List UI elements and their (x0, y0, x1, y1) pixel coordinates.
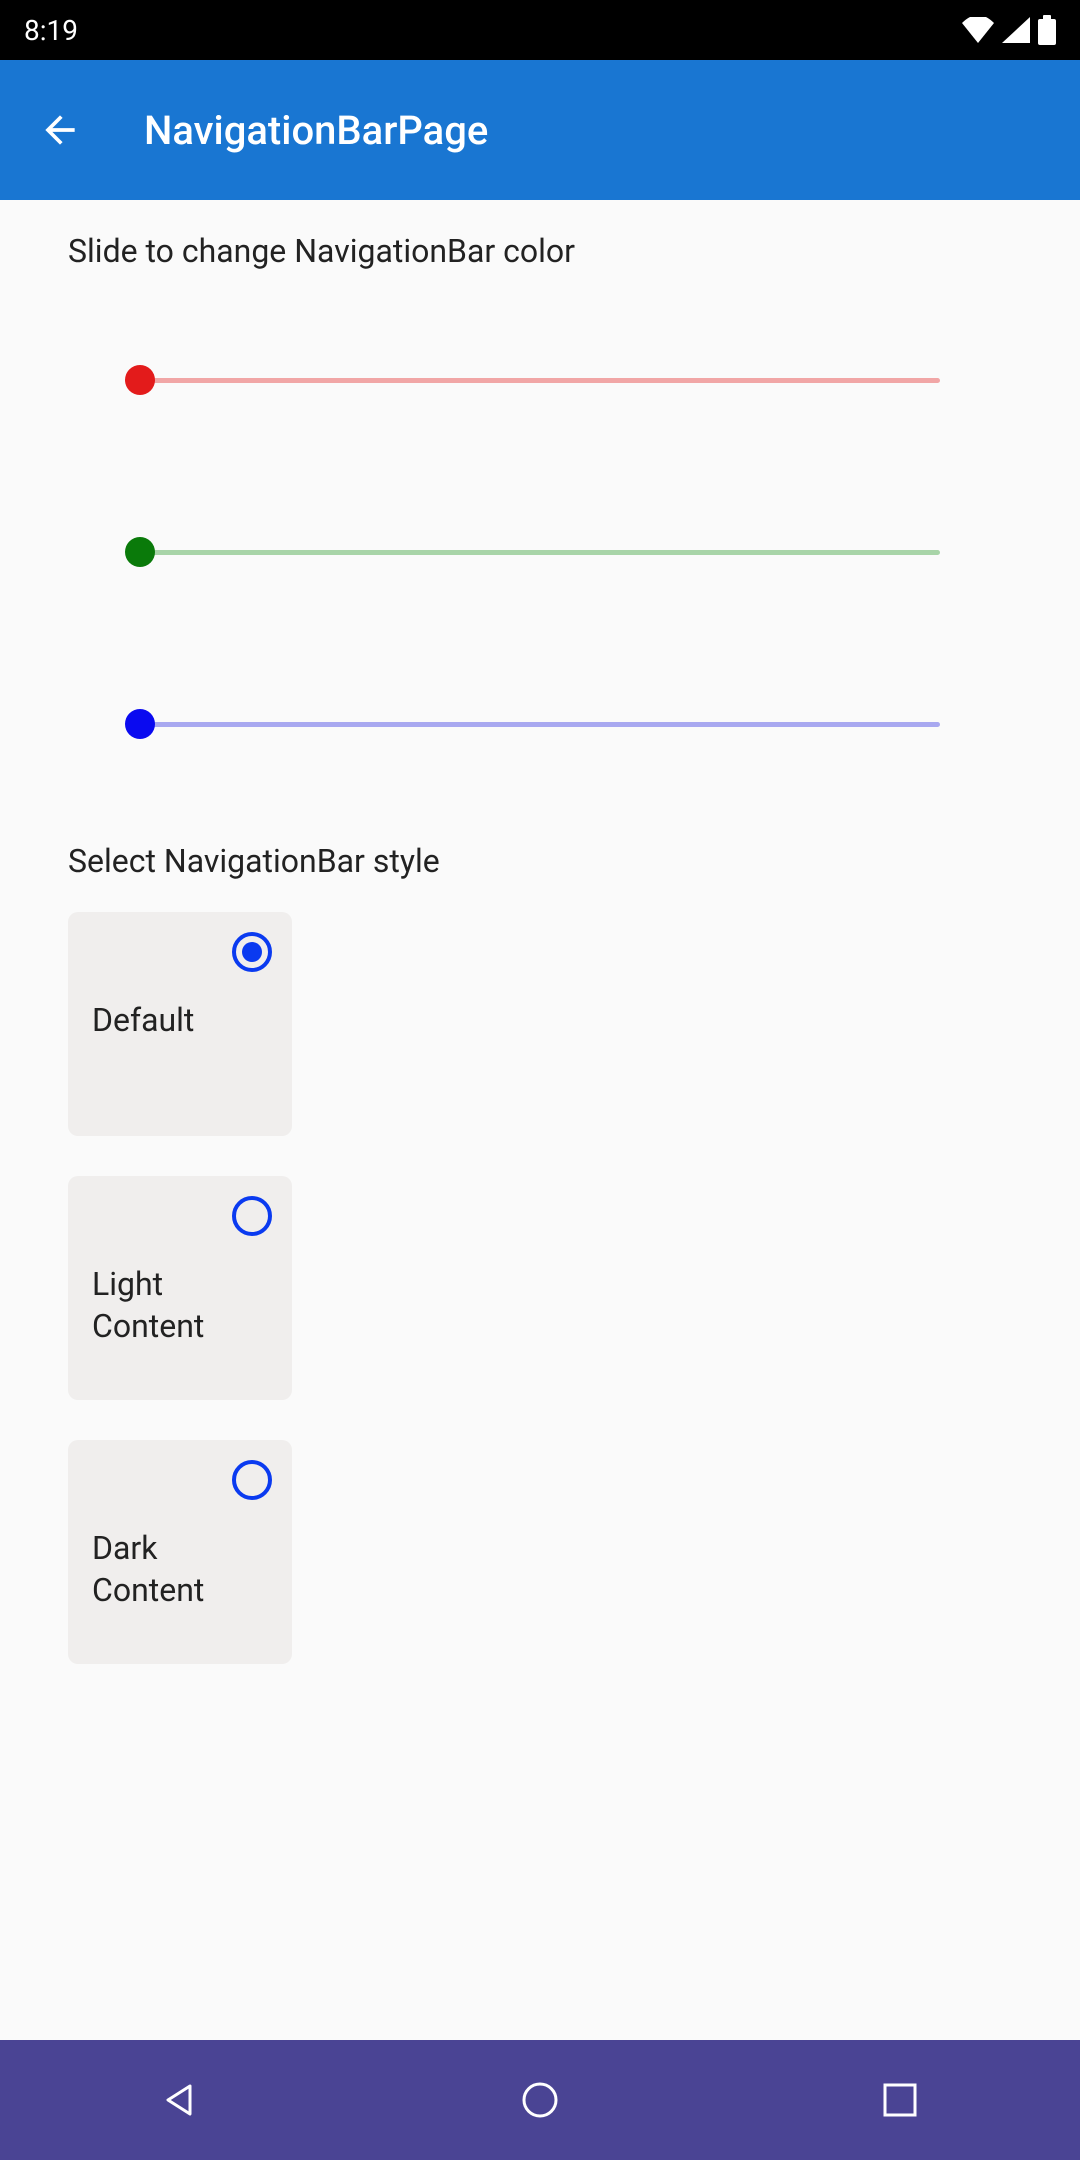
radio-label: Default (92, 1000, 268, 1042)
circle-home-icon (520, 2080, 560, 2120)
status-bar: 8:19 (0, 0, 1080, 60)
slider-blue-thumb[interactable] (125, 709, 155, 739)
radio-indicator (232, 1196, 272, 1236)
radio-indicator (232, 932, 272, 972)
status-icons (962, 15, 1056, 45)
page-title: NavigationBarPage (144, 107, 488, 154)
nav-recent-button[interactable] (800, 2060, 1000, 2140)
radio-indicator (232, 1460, 272, 1500)
slider-blue[interactable] (68, 638, 1012, 810)
slider-green[interactable] (68, 466, 1012, 638)
content: Slide to change NavigationBar color Sele… (0, 200, 1080, 1664)
slider-heading: Slide to change NavigationBar color (68, 232, 1012, 270)
radio-label: Dark Content (92, 1528, 268, 1611)
signal-icon (1002, 17, 1030, 43)
slider-blue-track (140, 722, 940, 727)
slider-red-thumb[interactable] (125, 365, 155, 395)
slider-red-track (140, 378, 940, 383)
radio-option-light[interactable]: Light Content (68, 1176, 292, 1400)
arrow-left-icon (38, 108, 82, 152)
system-nav-bar (0, 2040, 1080, 2160)
battery-icon (1038, 15, 1056, 45)
nav-back-button[interactable] (80, 2060, 280, 2140)
radio-option-dark[interactable]: Dark Content (68, 1440, 292, 1664)
status-time: 8:19 (24, 14, 78, 47)
radio-label: Light Content (92, 1264, 268, 1347)
slider-group (68, 294, 1012, 810)
nav-home-button[interactable] (440, 2060, 640, 2140)
wifi-icon (962, 17, 994, 43)
triangle-back-icon (160, 2080, 200, 2120)
slider-green-track (140, 550, 940, 555)
radio-option-default[interactable]: Default (68, 912, 292, 1136)
slider-green-thumb[interactable] (125, 537, 155, 567)
style-section: Select NavigationBar style Default Light… (68, 842, 1012, 1664)
app-bar: NavigationBarPage (0, 60, 1080, 200)
square-recent-icon (882, 2082, 918, 2118)
slider-red[interactable] (68, 294, 1012, 466)
style-heading: Select NavigationBar style (68, 842, 1012, 880)
back-button[interactable] (24, 94, 96, 166)
radio-dot-icon (242, 942, 262, 962)
